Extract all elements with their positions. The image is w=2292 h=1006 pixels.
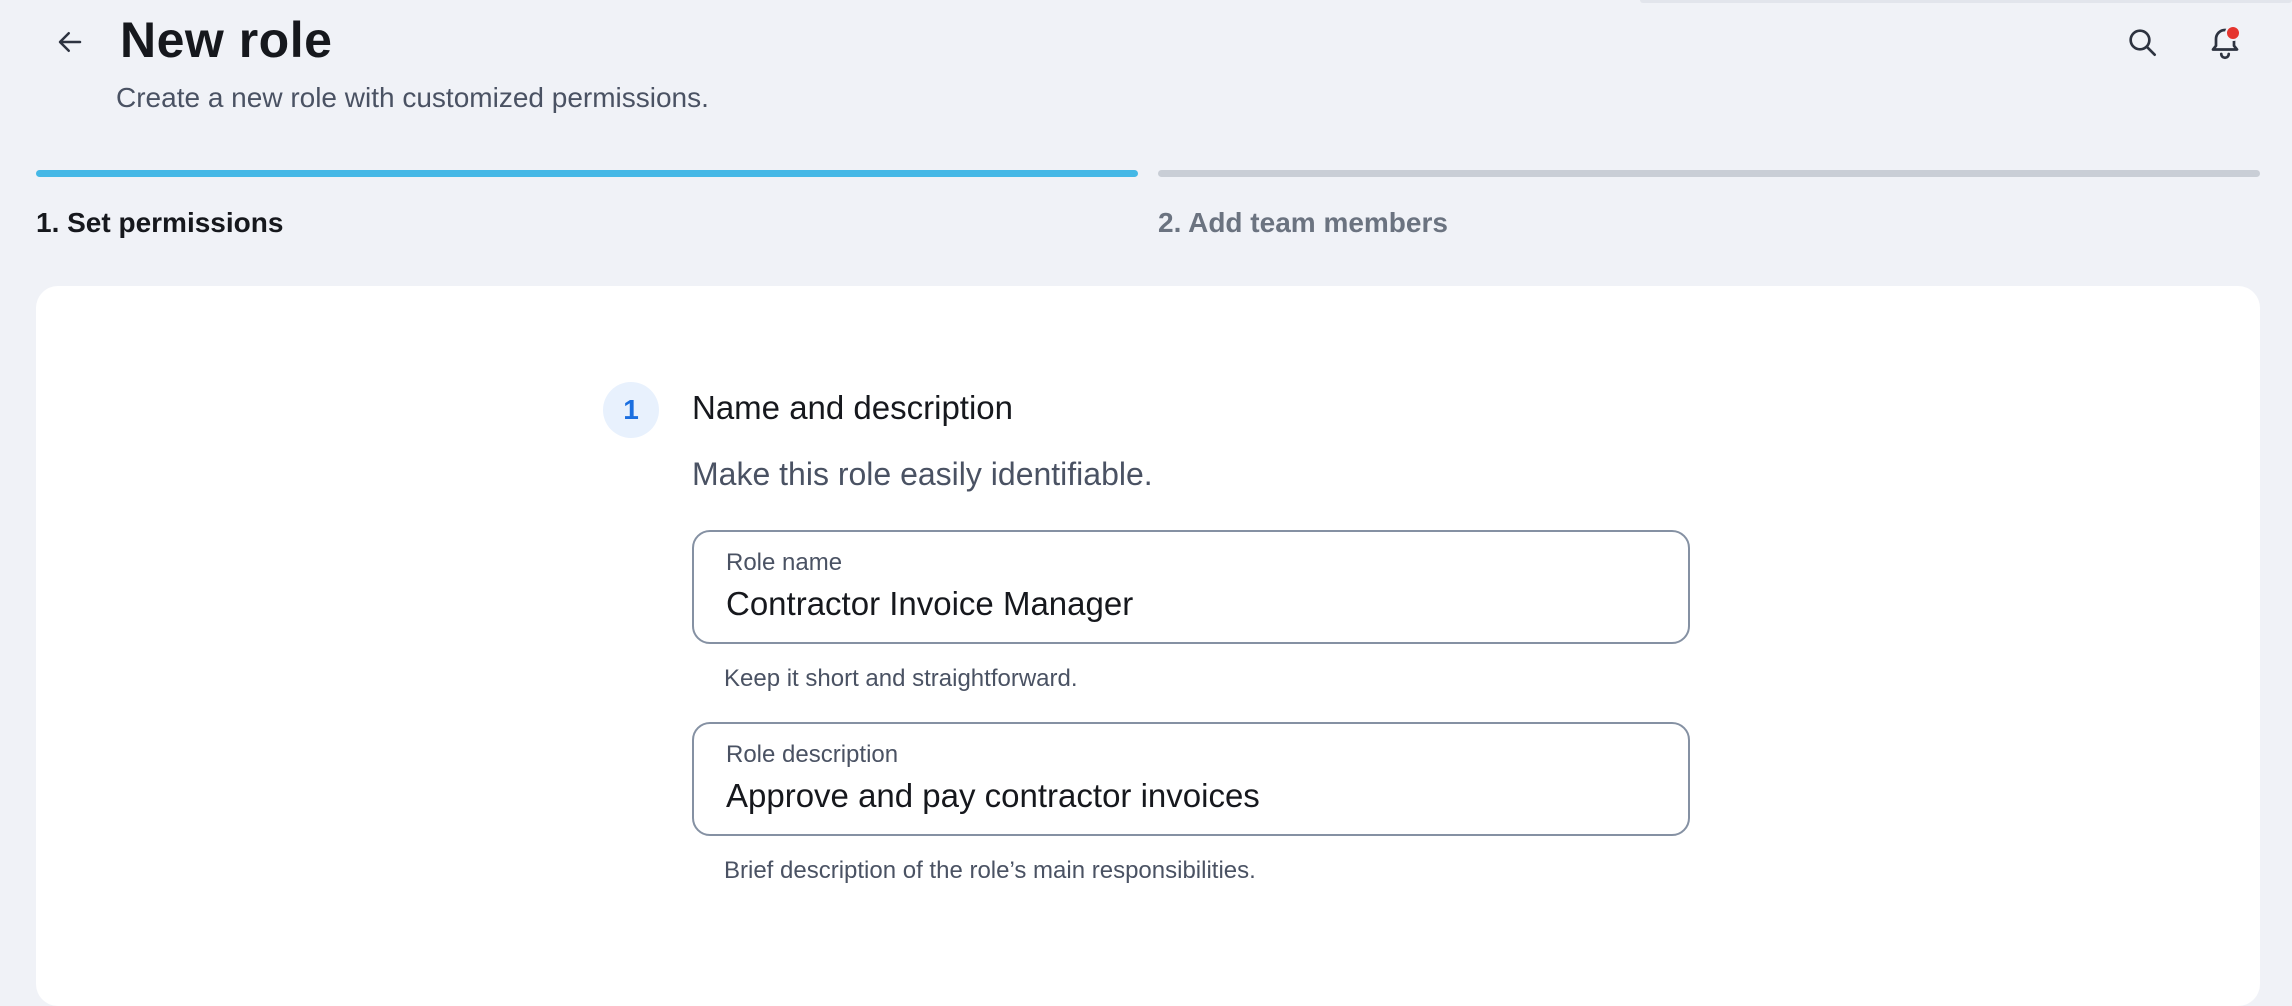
step-add-team-members[interactable]: 2. Add team members [1158,170,2260,240]
notification-badge [2225,25,2241,41]
role-name-helper-text: Keep it short and straightforward. [724,665,1078,692]
section-number-badge: 1 [603,382,659,438]
role-description-field[interactable]: Role description [692,722,1690,836]
step-label: 2. Add team members [1158,207,1448,238]
role-description-helper-text: Brief description of the role’s main res… [724,857,1256,884]
top-edge-shadow [1640,0,2292,3]
section-title: Name and description [692,389,1014,426]
role-description-input[interactable] [724,774,1656,818]
search-button[interactable] [2120,20,2164,64]
form-card [36,286,2260,1006]
role-name-input[interactable] [724,582,1656,626]
role-name-label: Role name [726,549,843,576]
step-progress-bar [36,170,1138,177]
search-icon [2129,29,2156,56]
step-label: 1. Set permissions [36,207,284,238]
role-name-field[interactable]: Role name [692,530,1690,644]
step-progress-bar [1158,170,2260,177]
notifications-button[interactable] [2203,20,2247,64]
section-description: Make this role easily identifiable. [692,456,1153,492]
back-button[interactable] [50,22,90,62]
page-title: New role [120,12,333,68]
arrow-left-icon [58,32,82,52]
step-set-permissions[interactable]: 1. Set permissions [36,170,1138,240]
role-description-label: Role description [726,741,899,768]
page-subtitle: Create a new role with customized permis… [116,82,709,113]
